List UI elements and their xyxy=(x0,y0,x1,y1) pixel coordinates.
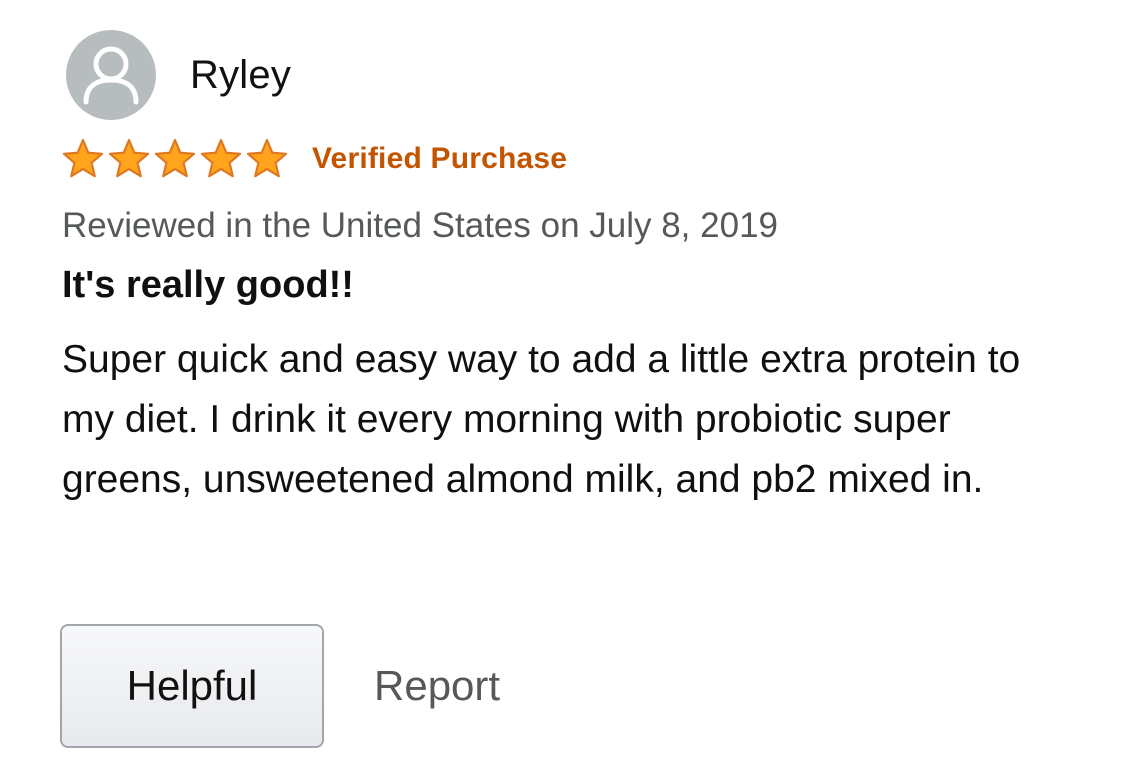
reviewer-profile[interactable]: Ryley xyxy=(66,30,291,120)
star-filled-icon xyxy=(200,138,242,178)
star-filled-icon xyxy=(62,138,104,178)
star-rating[interactable] xyxy=(60,136,290,182)
star-filled-icon xyxy=(246,138,288,178)
star-filled-icon xyxy=(108,138,150,178)
helpful-button[interactable]: Helpful xyxy=(60,624,324,748)
review-body: Super quick and easy way to add a little… xyxy=(62,338,1021,501)
star-filled-icon xyxy=(154,138,196,178)
reviewer-name[interactable]: Ryley xyxy=(190,53,291,98)
review-date: Reviewed in the United States on July 8,… xyxy=(62,206,778,245)
avatar[interactable] xyxy=(66,30,156,120)
rating-row: Verified Purchase xyxy=(60,136,567,182)
review-card: Ryley Verified Purchase Reviewed in the … xyxy=(0,0,1125,766)
verified-purchase-badge: Verified Purchase xyxy=(312,142,568,175)
review-title[interactable]: It's really good!! xyxy=(62,264,354,307)
review-actions: Helpful Report xyxy=(60,623,500,749)
person-silhouette-icon xyxy=(83,46,139,105)
report-link[interactable]: Report xyxy=(374,662,500,710)
